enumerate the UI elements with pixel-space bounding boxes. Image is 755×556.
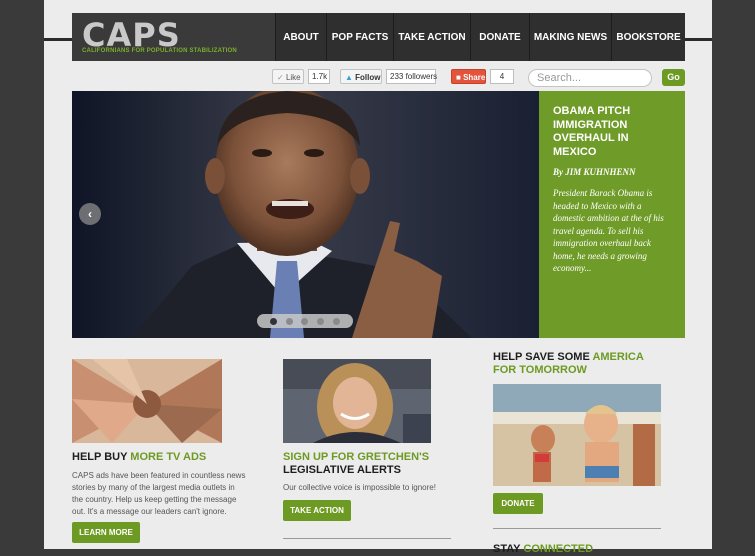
- nav-item-bookstore[interactable]: BOOKSTORE: [611, 13, 685, 61]
- nav-item-about[interactable]: ABOUT: [275, 13, 326, 61]
- donate-button[interactable]: DONATE: [493, 493, 543, 514]
- ads-title-prefix: HELP BUY: [72, 451, 131, 463]
- search-go-button[interactable]: Go: [662, 69, 685, 86]
- slider-dot[interactable]: [301, 317, 309, 325]
- follow-button[interactable]: ▲ Follow: [340, 69, 382, 84]
- ads-title-accent: MORE TV ADS: [130, 451, 207, 463]
- like-button[interactable]: ✓ Like: [272, 69, 304, 84]
- share-count: 4: [490, 69, 514, 84]
- obama-photo: [72, 91, 539, 338]
- ads-text: CAPS ads have been featured in countless…: [72, 471, 246, 516]
- donate-title: HELP SAVE SOME AMERICA FOR TOMORROW: [493, 351, 673, 377]
- gretchen-photo[interactable]: [283, 359, 431, 443]
- chevron-left-icon: ‹: [88, 207, 92, 221]
- feature-headline[interactable]: OBAMA PITCH IMMIGRATION OVERHAUL IN MEXI…: [553, 105, 663, 159]
- stay-connected-prefix: STAY: [493, 543, 524, 555]
- logo-subtitle: CALIFORNIANS FOR POPULATION STABILIZATIO…: [82, 48, 237, 54]
- site-logo[interactable]: CAPS CALIFORNIANS FOR POPULATION STABILI…: [72, 13, 275, 61]
- search-input[interactable]: Search...: [528, 69, 652, 87]
- column-divider: [283, 538, 451, 539]
- share-icon: ■: [456, 73, 461, 82]
- follow-label: Follow: [355, 73, 381, 82]
- donate-title-accent: AMERICA: [592, 351, 644, 363]
- alerts-title-accent: SIGN UP FOR GRETCHEN'S: [283, 451, 430, 463]
- top-rule-right: [685, 38, 712, 41]
- learn-more-button[interactable]: LEARN MORE: [72, 522, 140, 543]
- nav-item-take-action[interactable]: TAKE ACTION: [393, 13, 470, 61]
- top-rule-left: [44, 38, 72, 41]
- share-button[interactable]: ■ Share: [451, 69, 486, 84]
- alerts-title: SIGN UP FOR GRETCHEN'S LEGISLATIVE ALERT…: [283, 451, 463, 477]
- gretchen-image: [283, 359, 431, 443]
- donate-title-line2: FOR TOMORROW: [493, 364, 587, 376]
- nav-item-pop-facts[interactable]: POP FACTS: [326, 13, 393, 61]
- hands-photo[interactable]: [72, 359, 222, 443]
- share-label: Share: [463, 73, 486, 82]
- feature-byline: By JIM KUHNHENN: [553, 167, 636, 177]
- main-nav: ABOUT POP FACTS TAKE ACTION DONATE MAKIN…: [275, 13, 685, 61]
- feature-excerpt: President Barack Obama is headed to Mexi…: [553, 188, 664, 273]
- nav-item-donate[interactable]: DONATE: [470, 13, 529, 61]
- donate-title-prefix: HELP SAVE SOME: [493, 351, 593, 363]
- donate-divider: [493, 528, 661, 529]
- followers-count: 233 followers: [386, 69, 437, 84]
- feature-panel: OBAMA PITCH IMMIGRATION OVERHAUL IN MEXI…: [539, 91, 685, 338]
- take-action-button[interactable]: TAKE ACTION: [283, 500, 351, 521]
- nav-item-making-news[interactable]: MAKING NEWS: [529, 13, 611, 61]
- slider-pagination: [257, 314, 353, 328]
- slider-prev-button[interactable]: ‹: [79, 203, 101, 225]
- slider-dot[interactable]: [333, 317, 341, 325]
- hands-image: [72, 359, 222, 443]
- slider-dot[interactable]: [285, 317, 293, 325]
- ads-title: HELP BUY MORE TV ADS: [72, 451, 232, 464]
- like-label: Like: [285, 73, 301, 82]
- feature-slider-image[interactable]: [72, 91, 539, 338]
- like-count: 1.7k: [308, 69, 330, 84]
- alerts-title-suffix: LEGISLATIVE ALERTS: [283, 464, 401, 476]
- stay-connected-title: STAY CONNECTED: [493, 543, 673, 556]
- thumbs-up-icon: ✓: [277, 73, 284, 82]
- alerts-text: Our collective voice is impossible to ig…: [283, 483, 436, 492]
- stay-connected-accent: CONNECTED: [523, 543, 594, 555]
- slider-dot[interactable]: [317, 317, 325, 325]
- slider-dot[interactable]: [269, 317, 277, 325]
- kids-beach-photo[interactable]: [493, 384, 661, 486]
- kids-image: [493, 384, 661, 486]
- bird-icon: ▲: [345, 73, 353, 82]
- site-header: CAPS CALIFORNIANS FOR POPULATION STABILI…: [72, 13, 685, 61]
